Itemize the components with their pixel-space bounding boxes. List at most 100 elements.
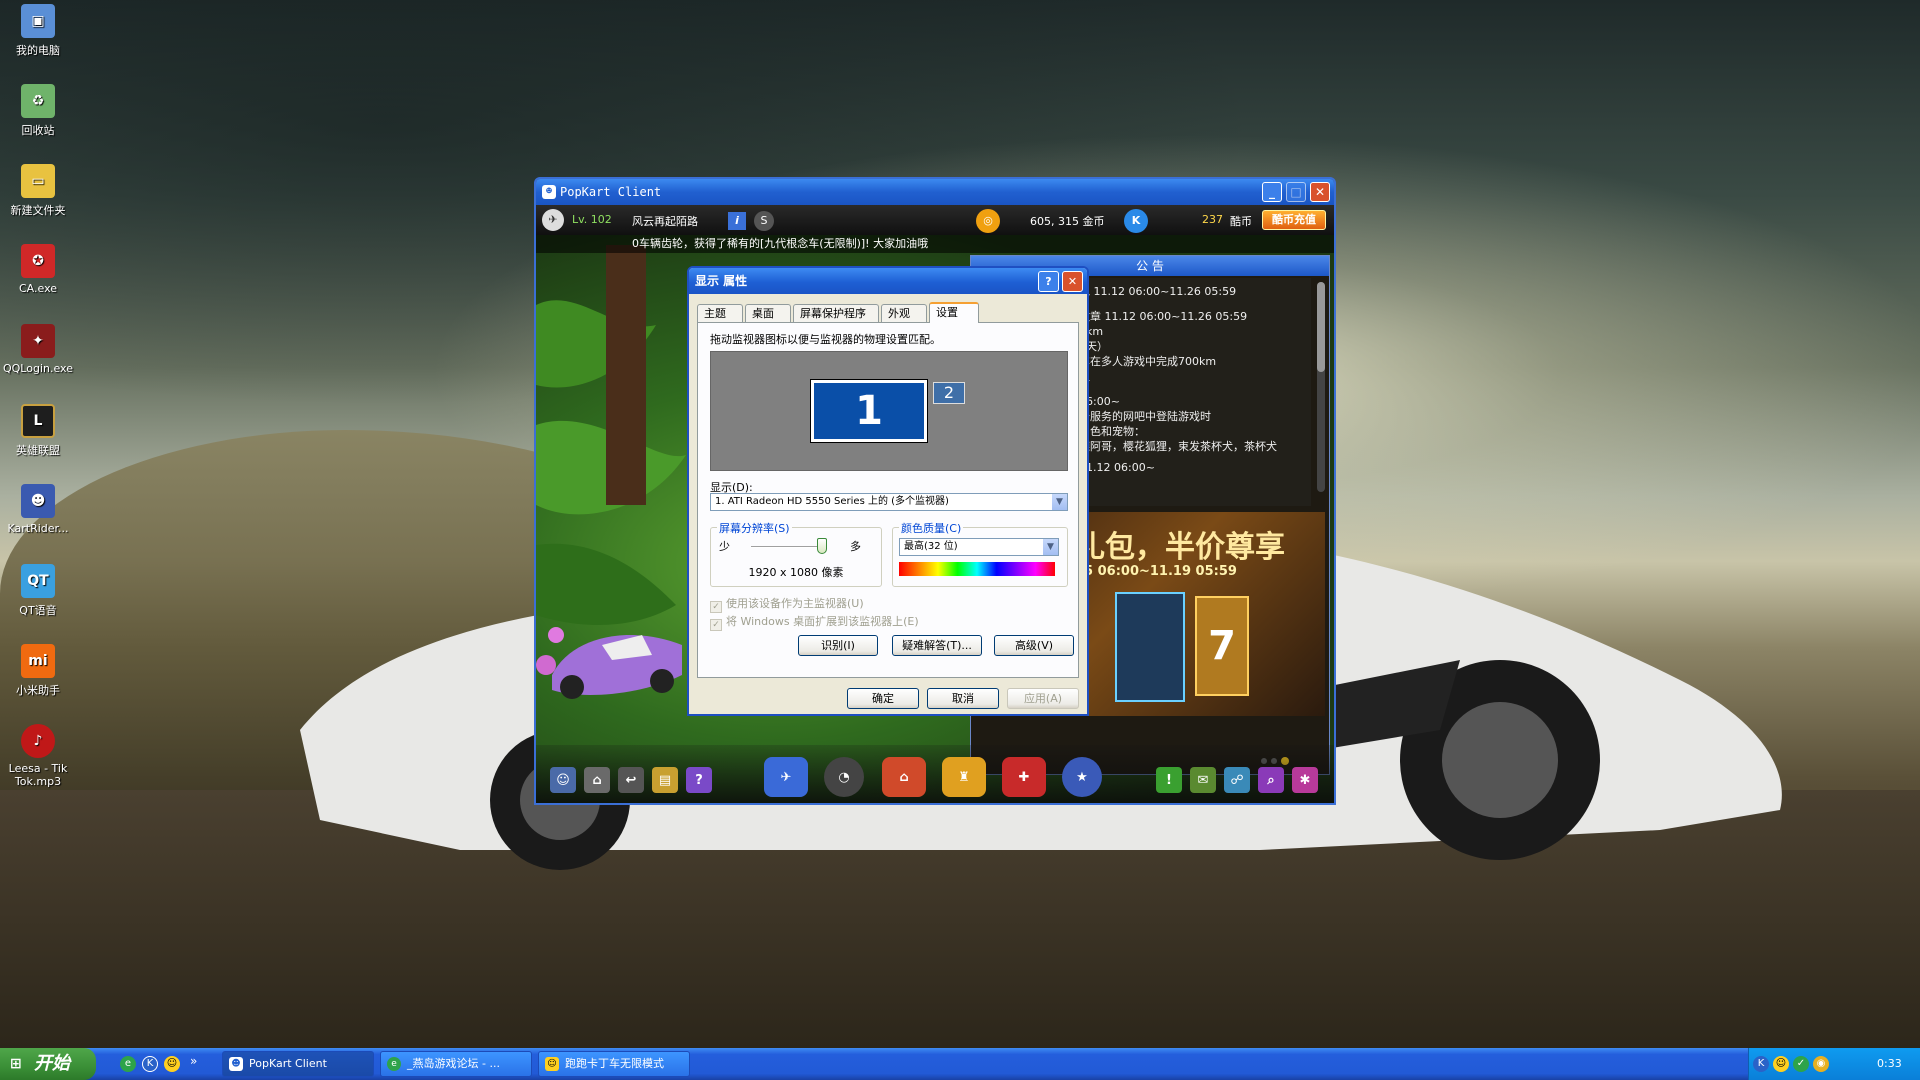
maximize-button[interactable]: □ — [1286, 182, 1306, 202]
game-toolbar: ☺ ⌂ ↩ ▤ ? ✈ ◔ ⌂ ♜ ✚ ★ ! ✉ ☍ ⌕ ✱ — [536, 745, 1334, 803]
folder-icon: ▭ — [21, 164, 55, 198]
tab-theme[interactable]: 主题 — [697, 304, 743, 322]
desktop-icon-mp3[interactable]: ♪ Leesa - Tik Tok.mp3 — [0, 724, 76, 788]
monitor-2-icon[interactable]: 2 — [933, 382, 965, 404]
home-icon: ⌂ — [592, 772, 602, 788]
popkart-titlebar[interactable]: ☻ PopKart Client — [536, 179, 1334, 205]
popkart-title: PopKart Client — [560, 185, 662, 199]
game-help-button[interactable]: ? — [686, 767, 712, 793]
tray-qq-icon[interactable]: ☺ — [1773, 1056, 1789, 1072]
extend-desktop-checkbox[interactable]: ✓ 将 Windows 桌面扩展到该监视器上(E) — [710, 613, 919, 631]
desktop-icon-label: 我的电脑 — [16, 44, 60, 57]
game-back-button[interactable]: ↩ — [618, 767, 644, 793]
game-speed-button[interactable]: ◔ — [824, 757, 864, 797]
lol-app-icon: L — [21, 404, 55, 438]
primary-monitor-label: 使用该设备作为主监视器(U) — [726, 597, 864, 610]
desktop-icon-qt[interactable]: QT QT语音 — [0, 564, 76, 618]
game-chat-button[interactable]: ✉ — [1190, 767, 1216, 793]
dialog-title: 显示 属性 — [695, 274, 748, 288]
mi-assistant-icon: mi — [21, 644, 55, 678]
task-kart-infinite[interactable]: ☺ 跑跑卡丁车无限模式 — [538, 1051, 690, 1077]
troubleshoot-button[interactable]: 疑难解答(T)... — [892, 635, 982, 656]
info-icon[interactable]: i — [728, 212, 746, 230]
game-settings-button[interactable]: ✱ — [1292, 767, 1318, 793]
quicklaunch-qq-icon[interactable]: ☺ — [164, 1056, 180, 1072]
tray-k-icon[interactable]: K — [1753, 1056, 1769, 1072]
game-user-button[interactable]: ☺ — [550, 767, 576, 793]
game-search-button[interactable]: ⌕ — [1258, 767, 1284, 793]
task-popkart[interactable]: ☻ PopKart Client — [222, 1051, 374, 1077]
cancel-button[interactable]: 取消 — [927, 688, 999, 709]
game-friends-button[interactable]: ☍ — [1224, 767, 1250, 793]
chevron-down-icon[interactable]: ▼ — [1051, 494, 1067, 510]
tab-desktop[interactable]: 桌面 — [745, 304, 791, 322]
display-select[interactable]: 1. ATI Radeon HD 5550 Series 上的 (多个监视器) … — [710, 493, 1068, 511]
notice-scroll-thumb[interactable] — [1317, 282, 1325, 372]
minimize-button[interactable]: _ — [1262, 182, 1282, 202]
player-emblem-icon: ✈ — [542, 209, 564, 231]
desktop-icon-ca[interactable]: ✪ CA.exe — [0, 244, 76, 295]
desktop-icon-new-folder[interactable]: ▭ 新建文件夹 — [0, 164, 76, 218]
start-button[interactable]: ⊞ 开始 — [0, 1048, 96, 1080]
chevron-down-icon[interactable]: ▼ — [1042, 539, 1058, 555]
color-quality-select[interactable]: 最高(32 位) ▼ — [899, 538, 1059, 556]
dialog-close-button[interactable]: ✕ — [1062, 271, 1083, 292]
dialog-titlebar[interactable]: 显示 属性 — [689, 268, 1087, 294]
kart-task-icon: ☺ — [545, 1057, 559, 1071]
advanced-button[interactable]: 高级(V) — [994, 635, 1074, 656]
monitor-arrangement[interactable]: 1 2 — [710, 351, 1068, 471]
color-quality-value: 最高(32 位) — [904, 541, 958, 552]
primary-monitor-checkbox[interactable]: ✓ 使用该设备作为主监视器(U) — [710, 595, 864, 613]
quicklaunch-chevron[interactable]: » — [190, 1054, 197, 1068]
close-icon: ✕ — [1067, 275, 1078, 288]
start-label: 开始 — [34, 1053, 70, 1074]
notice-scrollbar[interactable] — [1317, 282, 1325, 492]
task-forum-browser[interactable]: e _燕岛游戏论坛 - ... — [380, 1051, 532, 1077]
apply-button[interactable]: 应用(A) — [1007, 688, 1079, 709]
kcoin-icon: K — [1124, 209, 1148, 233]
game-home-button[interactable]: ⌂ — [584, 767, 610, 793]
game-race-button[interactable]: ✈ — [764, 757, 808, 797]
task-label: 跑跑卡丁车无限模式 — [565, 1057, 664, 1070]
quicklaunch-browser-icon[interactable]: e — [120, 1056, 136, 1072]
shield-s-icon[interactable]: S — [754, 211, 774, 231]
resolution-slider-track[interactable] — [751, 546, 823, 548]
game-event-button[interactable]: ★ — [1062, 757, 1102, 797]
close-button[interactable]: ✕ — [1310, 182, 1330, 202]
taskbar: ⊞ 开始 e K ☺ » ☻ PopKart Client e _燕岛游戏论坛 … — [0, 1048, 1920, 1080]
game-shop-button[interactable]: ♜ — [942, 757, 986, 797]
desktop-icon-label: 英雄联盟 — [16, 444, 60, 457]
desktop-icon-mi[interactable]: mi 小米助手 — [0, 644, 76, 698]
monitor-1-icon[interactable]: 1 — [810, 379, 928, 443]
tab-settings[interactable]: 设置 — [929, 302, 979, 323]
desktop-icon-lol[interactable]: L 英雄联盟 — [0, 404, 76, 458]
identify-button[interactable]: 识别(I) — [798, 635, 878, 656]
tray-network-icon[interactable]: ◉ — [1813, 1056, 1829, 1072]
ok-button[interactable]: 确定 — [847, 688, 919, 709]
instruction-text: 拖动监视器图标以便与监视器的物理设置匹配。 — [710, 333, 941, 346]
game-alert-button[interactable]: ! — [1156, 767, 1182, 793]
task-label: PopKart Client — [249, 1057, 327, 1070]
speedometer-icon: ◔ — [838, 769, 850, 785]
color-quality-group: 颜色质量(C) 最高(32 位) ▼ — [892, 520, 1068, 587]
resolution-slider-thumb[interactable] — [817, 538, 827, 554]
tab-appearance[interactable]: 外观 — [881, 304, 927, 322]
color-spectrum-bar — [899, 562, 1055, 576]
player-status-bar: ✈ Lv. 102 风云再起陌路 i S ◎ 605, 315 金币 K 237… — [536, 205, 1334, 235]
desktop-icon-recycle-bin[interactable]: ♻ 回收站 — [0, 84, 76, 138]
game-notes-button[interactable]: ▤ — [652, 767, 678, 793]
game-workshop-button[interactable]: ✚ — [1002, 757, 1046, 797]
desktop-icon-kartrider[interactable]: ☻ KartRider... — [0, 484, 76, 535]
desktop-icon-my-computer[interactable]: ▣ 我的电脑 — [0, 4, 76, 58]
desktop-icon-qqlogin[interactable]: ✦ QQLogin.exe — [0, 324, 76, 375]
tab-screensaver[interactable]: 屏幕保护程序 — [793, 304, 879, 322]
recycle-bin-icon: ♻ — [21, 84, 55, 118]
game-garage-button[interactable]: ⌂ — [882, 757, 926, 797]
tray-security-icon[interactable]: ✓ — [1793, 1056, 1809, 1072]
display-properties-dialog[interactable]: 显示 属性 ? ✕ 主题 桌面 屏幕保护程序 外观 设置 拖动监视器图标以便与监… — [687, 266, 1089, 716]
quicklaunch-k-icon[interactable]: K — [142, 1056, 158, 1072]
windows-logo-icon: ⊞ — [10, 1056, 22, 1072]
dialog-help-button[interactable]: ? — [1038, 271, 1059, 292]
recharge-button[interactable]: 酷币充值 — [1262, 210, 1326, 230]
kartrider-app-icon: ☻ — [21, 484, 55, 518]
